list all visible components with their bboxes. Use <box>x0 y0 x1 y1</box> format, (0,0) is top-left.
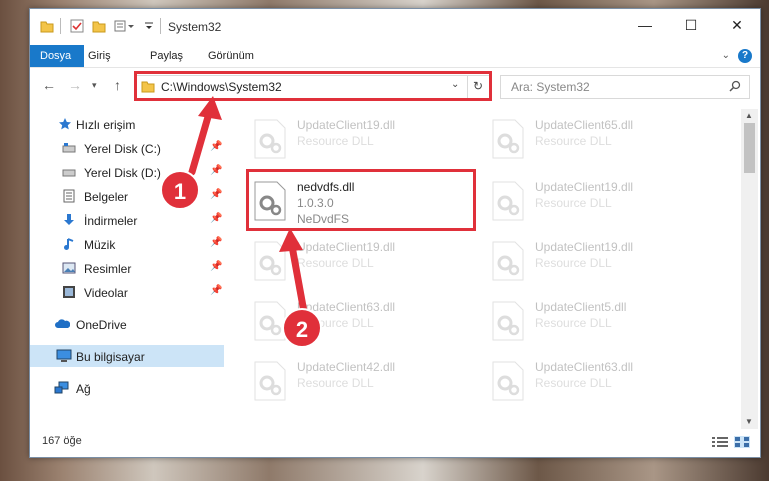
annotation-arrows <box>188 96 308 316</box>
step-1-badge: 1 <box>160 170 200 210</box>
step-2-badge: 2 <box>282 308 322 348</box>
